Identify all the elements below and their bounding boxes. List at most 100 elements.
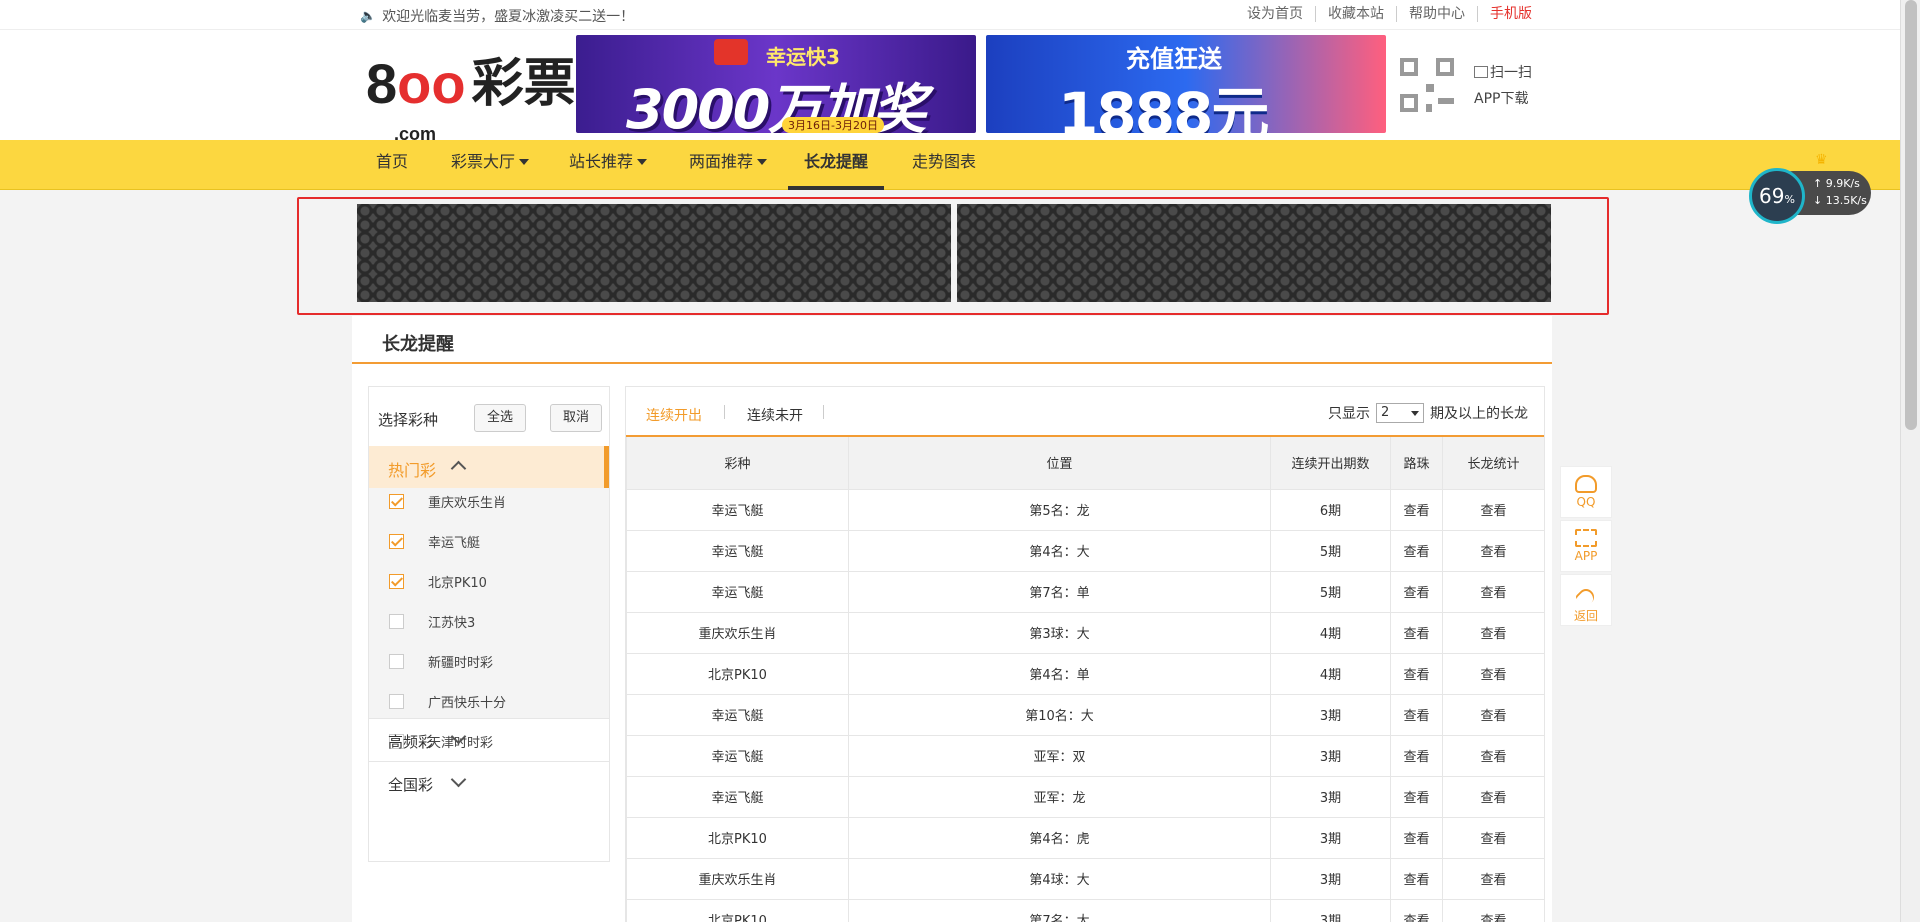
- checkbox[interactable]: [389, 654, 404, 669]
- group-label-national: 全国彩: [388, 776, 434, 794]
- nav-item-5[interactable]: 走势图表: [884, 140, 1004, 190]
- hot-lottery-group[interactable]: 热门彩: [369, 446, 609, 488]
- scan-icon: [1474, 66, 1488, 78]
- view-trend-link[interactable]: 查看: [1390, 734, 1443, 777]
- checkbox[interactable]: [389, 534, 404, 549]
- view-trend-link[interactable]: 查看: [1390, 488, 1443, 531]
- table-row: 幸运飞艇 第5名：龙 6期 查看 查看: [626, 488, 1545, 531]
- view-trend-link[interactable]: 查看: [1390, 816, 1443, 859]
- view-stats-link[interactable]: 查看: [1442, 529, 1545, 572]
- qq-icon: [1575, 475, 1597, 493]
- set-homepage-link[interactable]: 设为首页: [1235, 6, 1315, 22]
- table-row: 重庆欢乐生肖 第4球：大 3期 查看 查看: [626, 857, 1545, 900]
- view-stats-link[interactable]: 查看: [1442, 652, 1545, 695]
- view-trend-link[interactable]: 查看: [1390, 570, 1443, 613]
- streak-count-cell: 3期: [1270, 816, 1391, 859]
- view-stats-link[interactable]: 查看: [1442, 898, 1545, 922]
- cancel-button[interactable]: 取消: [550, 404, 602, 432]
- nav-item-0[interactable]: 首页: [352, 140, 432, 190]
- view-stats-link[interactable]: 查看: [1442, 611, 1545, 654]
- top-links: 设为首页 收藏本站 帮助中心 手机版: [1235, 6, 1544, 22]
- view-trend-link[interactable]: 查看: [1390, 611, 1443, 654]
- bookmark-link[interactable]: 收藏本站: [1315, 6, 1396, 22]
- chevron-down-icon: [450, 771, 467, 788]
- network-speed-widget[interactable]: ♛ 69% ↑ 9.9K/s ↓ 13.5K/s: [1749, 152, 1873, 224]
- banner2-amount: 1888元: [1058, 80, 1269, 133]
- tab-consecutive-open[interactable]: 连续开出: [646, 405, 702, 425]
- position-cell: 第7名：大: [848, 898, 1271, 922]
- app-label: APP: [1574, 549, 1598, 563]
- national-group[interactable]: 全国彩: [369, 761, 609, 804]
- logo-number: 8oo .com: [366, 56, 466, 145]
- table-row: 北京PK10 第4名：单 4期 查看 查看: [626, 652, 1545, 695]
- view-stats-link[interactable]: 查看: [1442, 816, 1545, 859]
- nav-item-label: 首页: [375, 152, 408, 171]
- view-trend-link[interactable]: 查看: [1390, 693, 1443, 736]
- mobile-version-link[interactable]: 手机版: [1477, 6, 1544, 22]
- nav-item-1[interactable]: 彩票大厅: [432, 140, 548, 190]
- view-trend-link[interactable]: 查看: [1390, 857, 1443, 900]
- position-cell: 第10名：大: [848, 693, 1271, 736]
- tab-consecutive-unopen[interactable]: 连续未开: [747, 405, 803, 425]
- table-row: 幸运飞艇 第7名：单 5期 查看 查看: [626, 570, 1545, 613]
- scrollbar-thumb[interactable]: [1905, 0, 1917, 430]
- caret-down-icon: [757, 159, 767, 165]
- view-stats-link[interactable]: 查看: [1442, 857, 1545, 900]
- banner-recharge[interactable]: 充值狂送 1888元: [986, 35, 1386, 133]
- tab-divider: [724, 405, 725, 419]
- view-trend-link[interactable]: 查看: [1390, 529, 1443, 572]
- view-stats-link[interactable]: 查看: [1442, 693, 1545, 736]
- lottery-option[interactable]: 幸运飞艇: [369, 518, 609, 558]
- position-cell: 第4名：单: [848, 652, 1271, 695]
- checkbox[interactable]: [389, 494, 404, 509]
- qq-label: QQ: [1576, 495, 1596, 509]
- view-trend-link[interactable]: 查看: [1390, 775, 1443, 818]
- checkbox[interactable]: [389, 574, 404, 589]
- lottery-option[interactable]: 重庆欢乐生肖: [369, 488, 609, 518]
- nav-item-2[interactable]: 站长推荐: [548, 140, 668, 190]
- qq-side-button[interactable]: QQ: [1560, 466, 1612, 518]
- hot-lottery-list: 重庆欢乐生肖 幸运飞艇 北京PK10 江苏快3 新疆时时彩 广西快乐十分 天津时时彩: [369, 488, 609, 751]
- help-center-link[interactable]: 帮助中心: [1396, 6, 1477, 22]
- banner-lucky-k3[interactable]: 幸运快3 3000万加奖 3月16日-3月20日: [576, 35, 976, 133]
- streak-count-cell: 3期: [1270, 898, 1391, 922]
- table-row: 幸运飞艇 亚军：双 3期 查看 查看: [626, 734, 1545, 777]
- back-to-top-button[interactable]: 返回: [1560, 574, 1612, 626]
- lottery-name-cell: 重庆欢乐生肖: [626, 857, 849, 900]
- lottery-option-label: 北京PK10: [428, 576, 487, 591]
- table-row: 幸运飞艇 第4名：大 5期 查看 查看: [626, 529, 1545, 572]
- ad-highlight-box: [297, 197, 1609, 315]
- group-label-high-frequency: 高频彩: [388, 733, 434, 751]
- lottery-option[interactable]: 广西快乐十分: [369, 678, 609, 718]
- min-streak-select[interactable]: 2: [1376, 403, 1424, 423]
- lottery-option[interactable]: 新疆时时彩: [369, 638, 609, 678]
- lottery-filter: 选择彩种 全选 取消 热门彩 重庆欢乐生肖 幸运飞艇北京PK10 江苏快3 新疆时时彩…: [368, 386, 610, 862]
- filter-header: 选择彩种 全选 取消: [369, 387, 609, 446]
- lottery-option[interactable]: 江苏快3: [369, 598, 609, 638]
- app-side-button[interactable]: APP: [1560, 520, 1612, 572]
- lottery-option[interactable]: 北京PK10: [369, 558, 609, 598]
- lottery-option-label: 江苏快3: [428, 616, 476, 631]
- site-logo[interactable]: 8oo .com 彩票: [366, 56, 576, 145]
- nav-item-3[interactable]: 两面推荐: [668, 140, 788, 190]
- table-row: 北京PK10 第4名：虎 3期 查看 查看: [626, 816, 1545, 859]
- nav-item-4[interactable]: 长龙提醒: [788, 140, 884, 190]
- table-row: 北京PK10 第7名：大 3期 查看 查看: [626, 898, 1545, 922]
- view-stats-link[interactable]: 查看: [1442, 570, 1545, 613]
- view-stats-link[interactable]: 查看: [1442, 734, 1545, 777]
- page-scrollbar[interactable]: [1900, 0, 1920, 922]
- select-all-button[interactable]: 全选: [474, 404, 526, 432]
- view-trend-link[interactable]: 查看: [1390, 652, 1443, 695]
- high-frequency-group[interactable]: 高频彩: [369, 718, 609, 761]
- checkbox[interactable]: [389, 694, 404, 709]
- streak-count-cell: 3期: [1270, 857, 1391, 900]
- view-stats-link[interactable]: 查看: [1442, 775, 1545, 818]
- scan-label: 扫一扫: [1490, 65, 1532, 81]
- nav-item-label: 长龙提醒: [803, 152, 868, 171]
- checkbox[interactable]: [389, 614, 404, 629]
- column-header: 路珠: [1390, 437, 1443, 490]
- lottery-option-label: 广西快乐十分: [428, 696, 507, 711]
- view-trend-link[interactable]: 查看: [1390, 898, 1443, 922]
- app-download[interactable]: 扫一扫 APP下载: [1474, 60, 1532, 112]
- view-stats-link[interactable]: 查看: [1442, 488, 1545, 531]
